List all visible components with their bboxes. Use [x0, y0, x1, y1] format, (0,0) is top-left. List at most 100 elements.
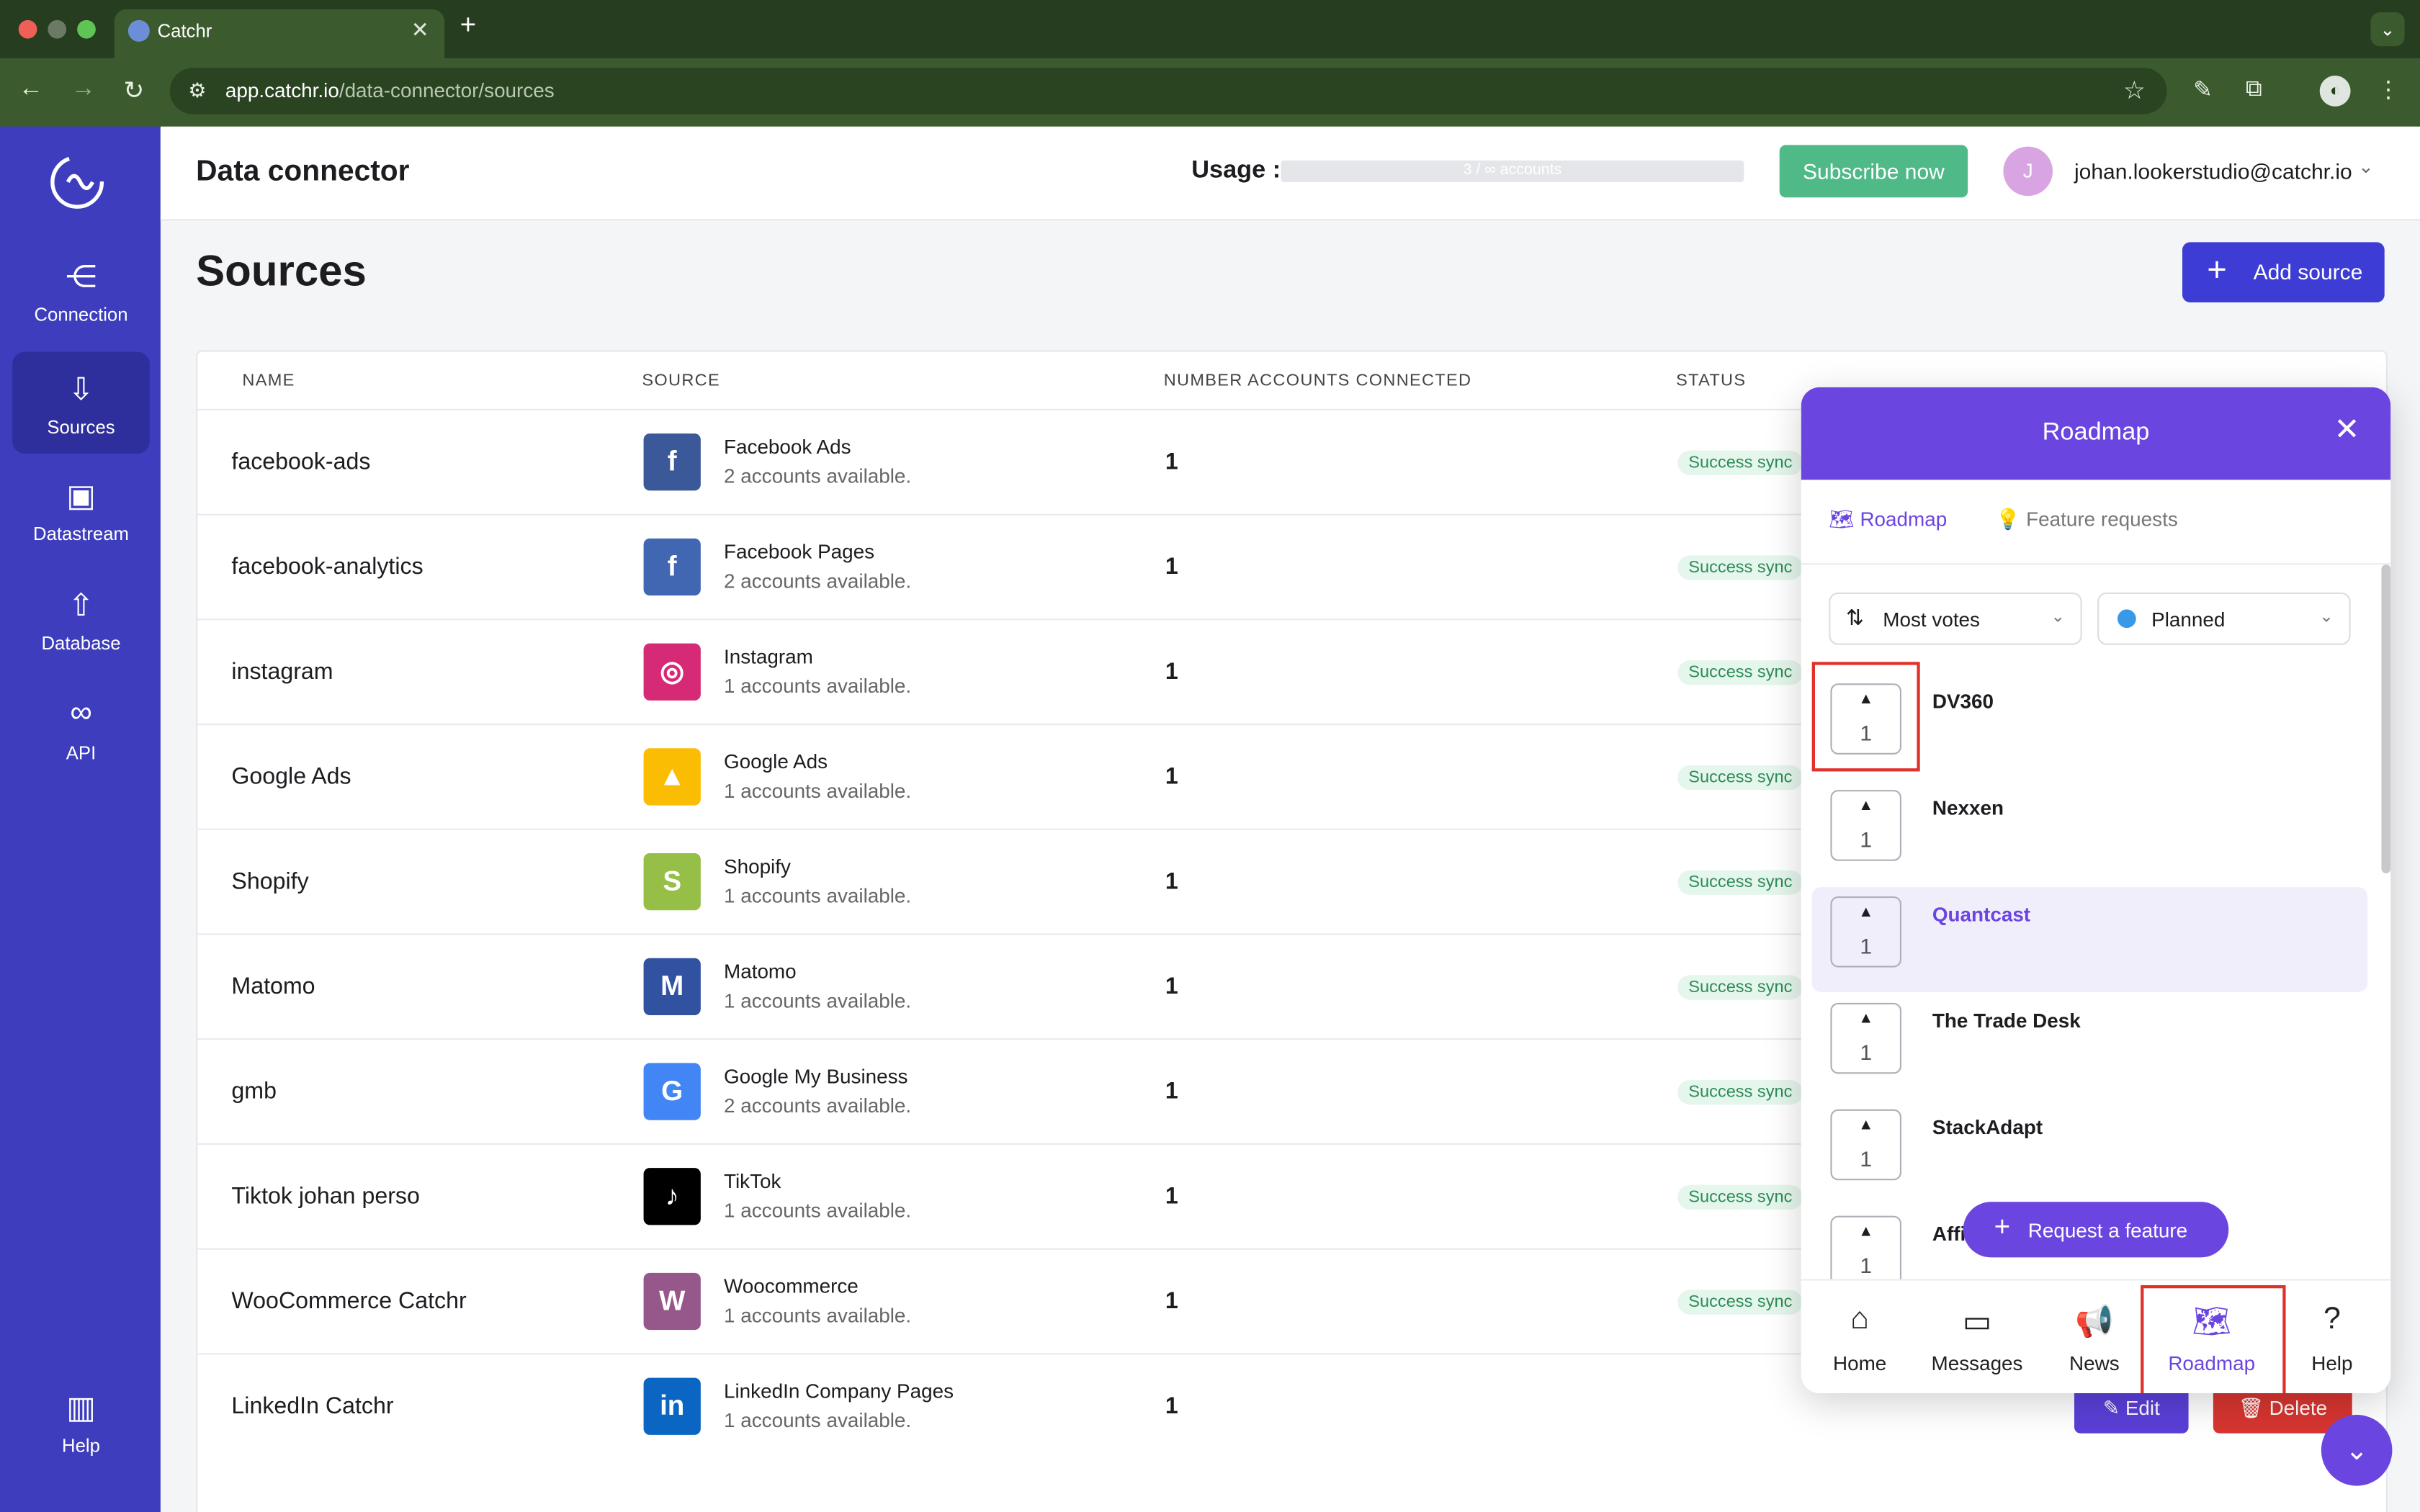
roadmap-scrollbar[interactable] — [2381, 564, 2391, 873]
upvote-arrow-icon: ▲ — [1858, 1223, 1874, 1241]
tab-feature-requests-label: Feature requests — [2026, 508, 2178, 531]
status-badge: Success sync — [1677, 1184, 1803, 1210]
source-logo-icon: ♪ — [643, 1168, 701, 1225]
footer-help[interactable]: ? Help — [2273, 1281, 2390, 1393]
source-type: TikTok — [723, 1169, 781, 1193]
sidebar-item-datastream[interactable]: ▣ Datastream — [12, 458, 150, 559]
book-icon: ▥ — [66, 1391, 96, 1426]
browser-tab[interactable]: Catchr ✕ — [114, 9, 445, 59]
source-name: Matomo — [231, 973, 315, 1000]
eyedropper-icon[interactable]: ✎ — [2193, 76, 2213, 103]
source-name: Shopify — [231, 868, 309, 895]
url-field[interactable]: ⚙ app.catchr.io/data-connector/sources ☆ — [169, 68, 2167, 114]
chrome-menu-icon[interactable]: ⋮ — [2377, 76, 2400, 103]
sidebar-item-label: Datastream — [33, 523, 129, 545]
accounts-count: 1 — [1165, 1392, 1178, 1420]
sort-value: Most votes — [1883, 608, 1980, 631]
minimize-window-button[interactable] — [48, 19, 67, 39]
chevron-down-icon: ⌄ — [2051, 608, 2066, 626]
sidebar-item-api[interactable]: ∞ API — [12, 678, 150, 779]
accounts-count: 1 — [1165, 1288, 1178, 1315]
link-icon: ∞ — [70, 696, 92, 730]
tab-roadmap[interactable]: 🗺 Roadmap — [1829, 508, 1947, 532]
upvote-arrow-icon: ▲ — [1858, 1010, 1874, 1028]
reload-icon[interactable]: ↻ — [123, 76, 144, 107]
sort-icon: ⇅ — [1845, 605, 1865, 630]
megaphone-icon: 📢 — [2075, 1305, 2114, 1339]
maximize-window-button[interactable] — [77, 19, 96, 39]
roadmap-item-title: DV360 — [1932, 689, 1994, 713]
map-icon: 🗺 — [1829, 508, 1855, 531]
roadmap-item[interactable]: ▲ 1 Nexxen — [1812, 780, 2367, 886]
source-available: 1 accounts available. — [723, 1408, 912, 1432]
chip-icon: ▣ — [66, 480, 96, 514]
roadmap-item[interactable]: ▲ 1 The Trade Desk — [1812, 994, 2367, 1099]
sidebar-item-sources[interactable]: ⇩ Sources — [12, 351, 150, 454]
new-tab-button[interactable]: + — [460, 9, 477, 42]
home-icon: ⌂ — [1850, 1302, 1870, 1336]
sidebar-item-database[interactable]: ⇧ Database — [12, 568, 150, 670]
plus-icon: + — [2207, 250, 2227, 289]
roadmap-item-title: StackAdapt — [1932, 1115, 2043, 1139]
back-icon[interactable]: ← — [19, 76, 43, 104]
subscribe-button[interactable]: Subscribe now — [1779, 145, 1968, 198]
footer-news[interactable]: 📢 News — [2035, 1281, 2153, 1393]
upvote-button[interactable]: ▲ 1 — [1830, 1109, 1901, 1181]
upvote-button[interactable]: ▲ 1 — [1830, 896, 1901, 968]
source-name: facebook-analytics — [231, 554, 424, 580]
accounts-count: 1 — [1165, 554, 1178, 580]
close-icon[interactable]: ✕ — [2334, 415, 2360, 446]
highlight-box — [1811, 662, 1920, 772]
sidebar-item-help[interactable]: ▥ Help — [12, 1370, 150, 1472]
footer-home[interactable]: ⌂ Home — [1801, 1281, 1919, 1393]
sort-select[interactable]: ⇅ Most votes ⌄ — [1829, 592, 2082, 645]
source-name: gmb — [231, 1078, 277, 1105]
sidebar-item-connection[interactable]: ⋲ Connection — [12, 239, 150, 341]
extensions-icon[interactable]: ⧉ — [2246, 76, 2262, 102]
forward-icon[interactable]: → — [71, 76, 96, 104]
status-badge: Success sync — [1677, 660, 1803, 685]
catchr-favicon-icon — [127, 19, 150, 42]
share-icon: ⋲ — [66, 261, 97, 295]
close-window-button[interactable] — [18, 19, 37, 39]
delete-label: Delete — [2269, 1396, 2328, 1420]
chevron-down-icon[interactable]: ⌄ — [2358, 156, 2374, 177]
status-badge: Success sync — [1677, 765, 1803, 791]
highlight-box — [2141, 1285, 2286, 1393]
column-header-source: SOURCE — [642, 372, 721, 391]
roadmap-item[interactable]: ▲ 1 Quantcast — [1811, 887, 2368, 992]
cloud-upload-icon: ⇧ — [68, 589, 94, 624]
source-name: LinkedIn Catchr — [231, 1392, 394, 1420]
browser-profile-avatar[interactable]: ◐ — [2319, 76, 2351, 107]
request-feature-button[interactable]: + Request a feature — [1963, 1202, 2229, 1258]
widget-launcher-button[interactable]: ⌄ — [2321, 1414, 2393, 1486]
tab-feature-requests[interactable]: 💡 Feature requests — [1996, 508, 2178, 532]
upvote-arrow-icon: ▲ — [1858, 1117, 1874, 1134]
accounts-count: 1 — [1165, 973, 1178, 1000]
vote-count: 1 — [1860, 1146, 1873, 1171]
status-badge: Success sync — [1677, 450, 1803, 475]
request-feature-label: Request a feature — [2027, 1218, 2188, 1242]
column-header-name: NAME — [242, 372, 295, 391]
upvote-button[interactable]: ▲ 1 — [1830, 790, 1901, 861]
vote-count: 1 — [1860, 933, 1873, 958]
edit-label: Edit — [2125, 1396, 2160, 1420]
status-filter-select[interactable]: Planned ⌄ — [2097, 592, 2351, 645]
accounts-count: 1 — [1165, 763, 1178, 791]
upvote-button[interactable]: ▲ 1 — [1830, 1002, 1901, 1074]
avatar[interactable]: J — [2003, 146, 2053, 197]
roadmap-item-title: Quantcast — [1932, 902, 2031, 926]
add-source-button[interactable]: + Add source — [2182, 242, 2385, 302]
upvote-button[interactable]: ▲ 1 — [1830, 1215, 1901, 1287]
source-available: 2 accounts available. — [723, 464, 912, 488]
footer-messages[interactable]: ▭ Messages — [1919, 1281, 2036, 1393]
user-email[interactable]: johan.lookerstudio@catchr.io — [2074, 159, 2352, 184]
sidebar: ⋲ Connection ⇩ Sources ▣ Datastream ⇧ Da… — [0, 126, 161, 1512]
site-settings-icon[interactable]: ⚙ — [188, 78, 206, 103]
close-tab-icon[interactable]: ✕ — [411, 17, 429, 43]
roadmap-item[interactable]: ▲ 1 StackAdapt — [1812, 1100, 2367, 1205]
tab-search-button[interactable]: ⌄ — [2370, 12, 2405, 47]
tab-roadmap-label: Roadmap — [1860, 508, 1948, 531]
bookmark-star-icon[interactable]: ☆ — [2123, 76, 2146, 107]
vote-count: 1 — [1860, 1253, 1873, 1278]
